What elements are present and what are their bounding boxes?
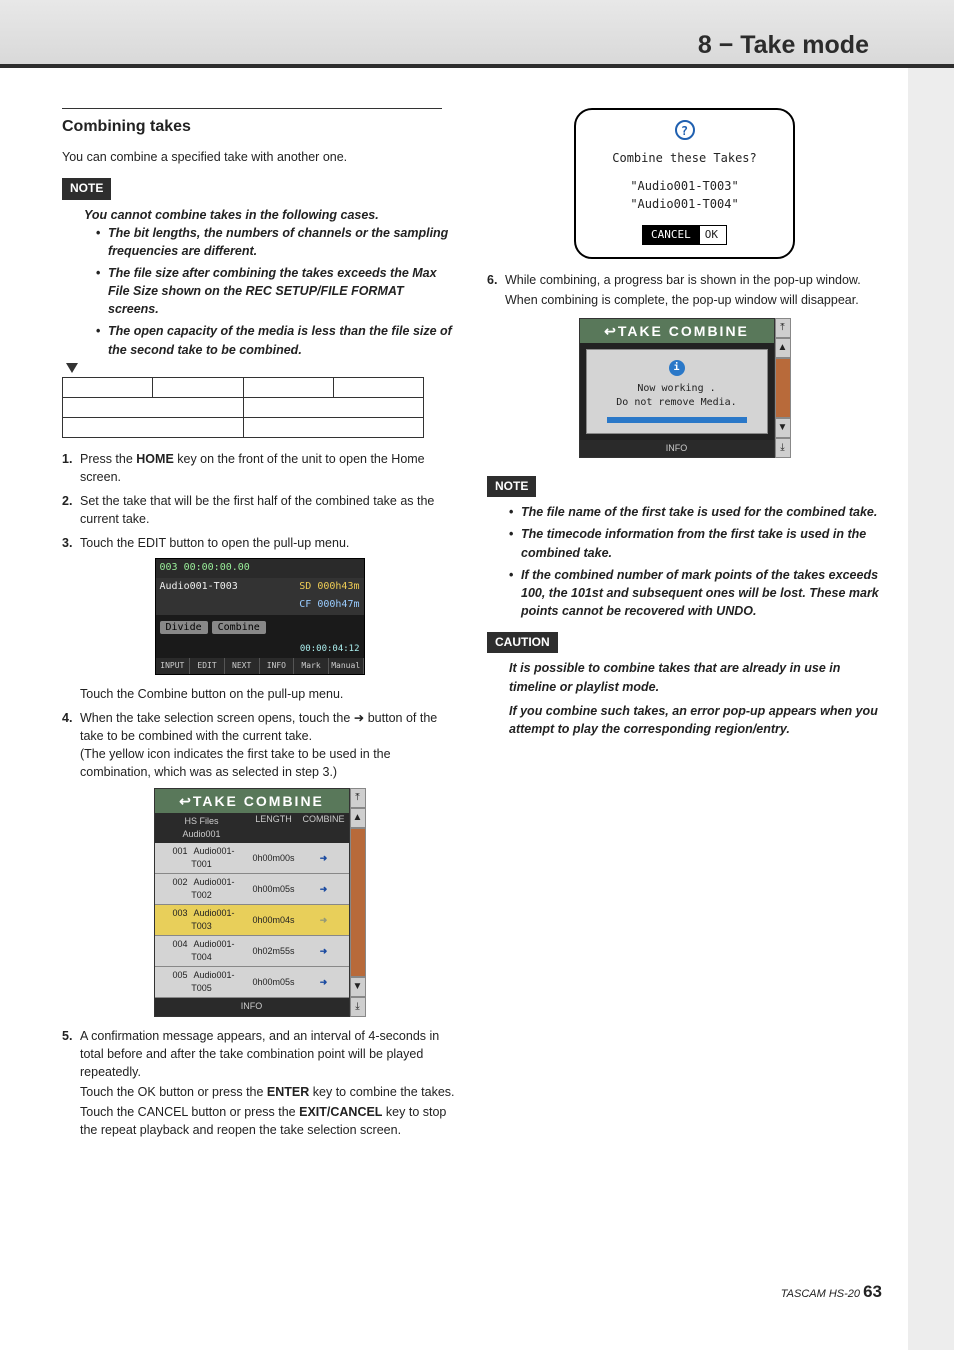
step-4: 4.When the take selection screen opens, … bbox=[62, 709, 457, 782]
step-6: 6.While combining, a progress bar is sho… bbox=[487, 271, 882, 311]
page-footer: TASCAM HS-20 63 bbox=[781, 1282, 882, 1302]
combine-arrow-icon[interactable]: ➜ bbox=[299, 945, 349, 958]
progress-screenshot: ↩TAKE COMBINE i Now working . Do not rem… bbox=[487, 318, 882, 458]
scrollbar-thumb[interactable] bbox=[350, 828, 366, 977]
section-divider bbox=[62, 108, 442, 109]
note1-item: The open capacity of the media is less t… bbox=[96, 322, 457, 358]
cancel-button[interactable]: CANCEL bbox=[642, 225, 700, 245]
progress-bar bbox=[607, 417, 747, 423]
step-2: 2.Set the take that will be the first ha… bbox=[62, 492, 457, 528]
scroll-up-icon[interactable]: ▲ bbox=[775, 338, 791, 358]
combine-button[interactable]: Combine bbox=[212, 621, 266, 634]
note1-item: The file size after combining the takes … bbox=[96, 264, 457, 318]
scroll-top-icon[interactable]: ⤒ bbox=[350, 788, 366, 808]
note-label: NOTE bbox=[62, 178, 111, 199]
arrow-down-icon bbox=[66, 363, 78, 373]
scroll-down-icon[interactable]: ▼ bbox=[775, 418, 791, 438]
caution-body: It is possible to combine takes that are… bbox=[487, 659, 882, 738]
step-3: 3.Touch the EDIT button to open the pull… bbox=[62, 534, 457, 552]
step-5: 5.A confirmation message appears, and an… bbox=[62, 1027, 457, 1142]
divide-button[interactable]: Divide bbox=[160, 621, 208, 634]
confirm-dialog-screenshot: ? Combine these Takes? "Audio001-T003""A… bbox=[487, 108, 882, 259]
note2-body: The file name of the first take is used … bbox=[487, 503, 882, 620]
lcd-edit-screenshot: 003 00:00:00.00 Audio001-T003SD 000h43m … bbox=[62, 558, 457, 675]
chapter-title: 8 − Take mode bbox=[698, 31, 869, 60]
note1-item: The bit lengths, the numbers of channels… bbox=[96, 224, 457, 260]
ok-button[interactable]: OK bbox=[696, 225, 727, 245]
scroll-bottom-icon[interactable]: ⤓ bbox=[775, 438, 791, 458]
step-1: 1.Press the HOME key on the front of the… bbox=[62, 450, 457, 486]
chapter-header: 8 − Take mode bbox=[0, 0, 954, 68]
note-label: NOTE bbox=[487, 476, 536, 497]
combine-arrow-icon[interactable]: ➜ bbox=[299, 976, 349, 989]
caution-label: CAUTION bbox=[487, 632, 558, 653]
placeholder-table bbox=[62, 377, 424, 438]
question-icon: ? bbox=[675, 120, 695, 140]
note2-item: The timecode information from the first … bbox=[509, 525, 882, 561]
scroll-bottom-icon[interactable]: ⤓ bbox=[350, 997, 366, 1017]
left-column: Combining takes You can combine a specif… bbox=[62, 108, 457, 1147]
note1-body: You cannot combine takes in the followin… bbox=[62, 206, 457, 359]
info-icon: i bbox=[669, 360, 685, 376]
combine-arrow-icon[interactable]: ➜ bbox=[299, 883, 349, 896]
section-title: Combining takes bbox=[62, 115, 457, 138]
note2-item: If the combined number of mark points of… bbox=[509, 566, 882, 620]
scrollbar-thumb[interactable] bbox=[775, 358, 791, 418]
note2-item: The file name of the first take is used … bbox=[509, 503, 882, 521]
scroll-top-icon[interactable]: ⤒ bbox=[775, 318, 791, 338]
combine-arrow-icon[interactable]: ➜ bbox=[299, 852, 349, 865]
take-combine-list-screenshot: ↩TAKE COMBINE HS FilesAudio001LENGTHCOMB… bbox=[62, 788, 457, 1017]
right-column: ? Combine these Takes? "Audio001-T003""A… bbox=[487, 108, 882, 1147]
combine-arrow-icon[interactable]: ➜ bbox=[299, 914, 349, 927]
note1-lead: You cannot combine takes in the followin… bbox=[84, 206, 457, 224]
scroll-up-icon[interactable]: ▲ bbox=[350, 808, 366, 828]
step3-tail: Touch the Combine button on the pull-up … bbox=[62, 685, 457, 703]
scroll-down-icon[interactable]: ▼ bbox=[350, 977, 366, 997]
page-side-stripe bbox=[908, 0, 954, 1350]
intro-text: You can combine a specified take with an… bbox=[62, 148, 457, 166]
